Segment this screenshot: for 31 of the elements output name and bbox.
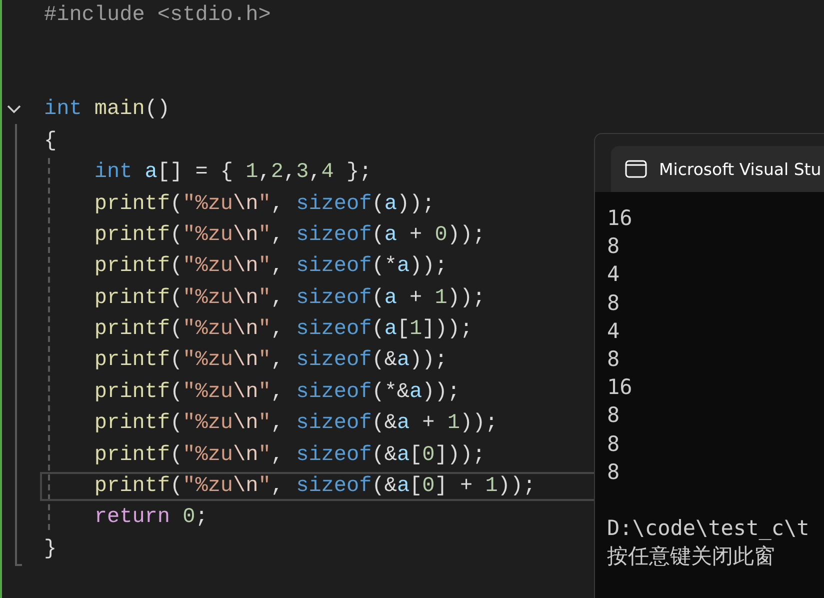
code-line: printf("%zu\n", sizeof(*&a)); — [94, 380, 460, 406]
console-tab[interactable]: Microsoft Visual Stu — [611, 146, 824, 192]
console-output-line: 按任意键关闭此窗 — [607, 543, 776, 570]
code-line: printf("%zu\n", sizeof(a + 1)); — [94, 286, 486, 312]
code-line: printf("%zu\n", sizeof(&a[0] + 1)); — [94, 474, 536, 500]
console-output-line: 8 — [607, 290, 621, 317]
console-output-line: 4 — [607, 318, 621, 345]
console-output-line: 8 — [607, 402, 621, 430]
console-output-line: D:\code\test_c\t — [607, 515, 810, 542]
code-line: printf("%zu\n", sizeof(a[1])); — [94, 317, 473, 344]
code-line: { — [44, 128, 57, 155]
console-output-line: 16 — [607, 374, 634, 402]
code-line: printf("%zu\n", sizeof(&a[0])); — [94, 442, 486, 469]
code-line: } — [44, 536, 57, 563]
code-line: printf("%zu\n", sizeof(a)); — [94, 192, 435, 218]
console-output-line: 8 — [607, 458, 621, 486]
code-line: printf("%zu\n", sizeof(&a + 1)); — [94, 411, 498, 438]
console-output-line: 16 — [607, 205, 634, 232]
terminal-icon — [625, 160, 647, 178]
code-line: printf("%zu\n", sizeof(a + 0)); — [94, 222, 486, 249]
code-line: #include <stdio.h> — [44, 3, 271, 30]
code-line: printf("%zu\n", sizeof(&a)); — [94, 348, 448, 374]
code-line: printf("%zu\n", sizeof(*a)); — [94, 254, 448, 280]
code-line: int main() — [44, 97, 170, 124]
console-output-line: 8 — [607, 346, 621, 373]
console-output-line: 4 — [607, 261, 621, 288]
console-output-line: 8 — [607, 430, 621, 458]
collapse-chevron-icon[interactable] — [6, 103, 22, 116]
code-line: int a[] = { 1,2,3,4 }; — [94, 160, 372, 186]
console-output-line: 8 — [607, 233, 621, 260]
code-line: return 0; — [94, 505, 208, 532]
